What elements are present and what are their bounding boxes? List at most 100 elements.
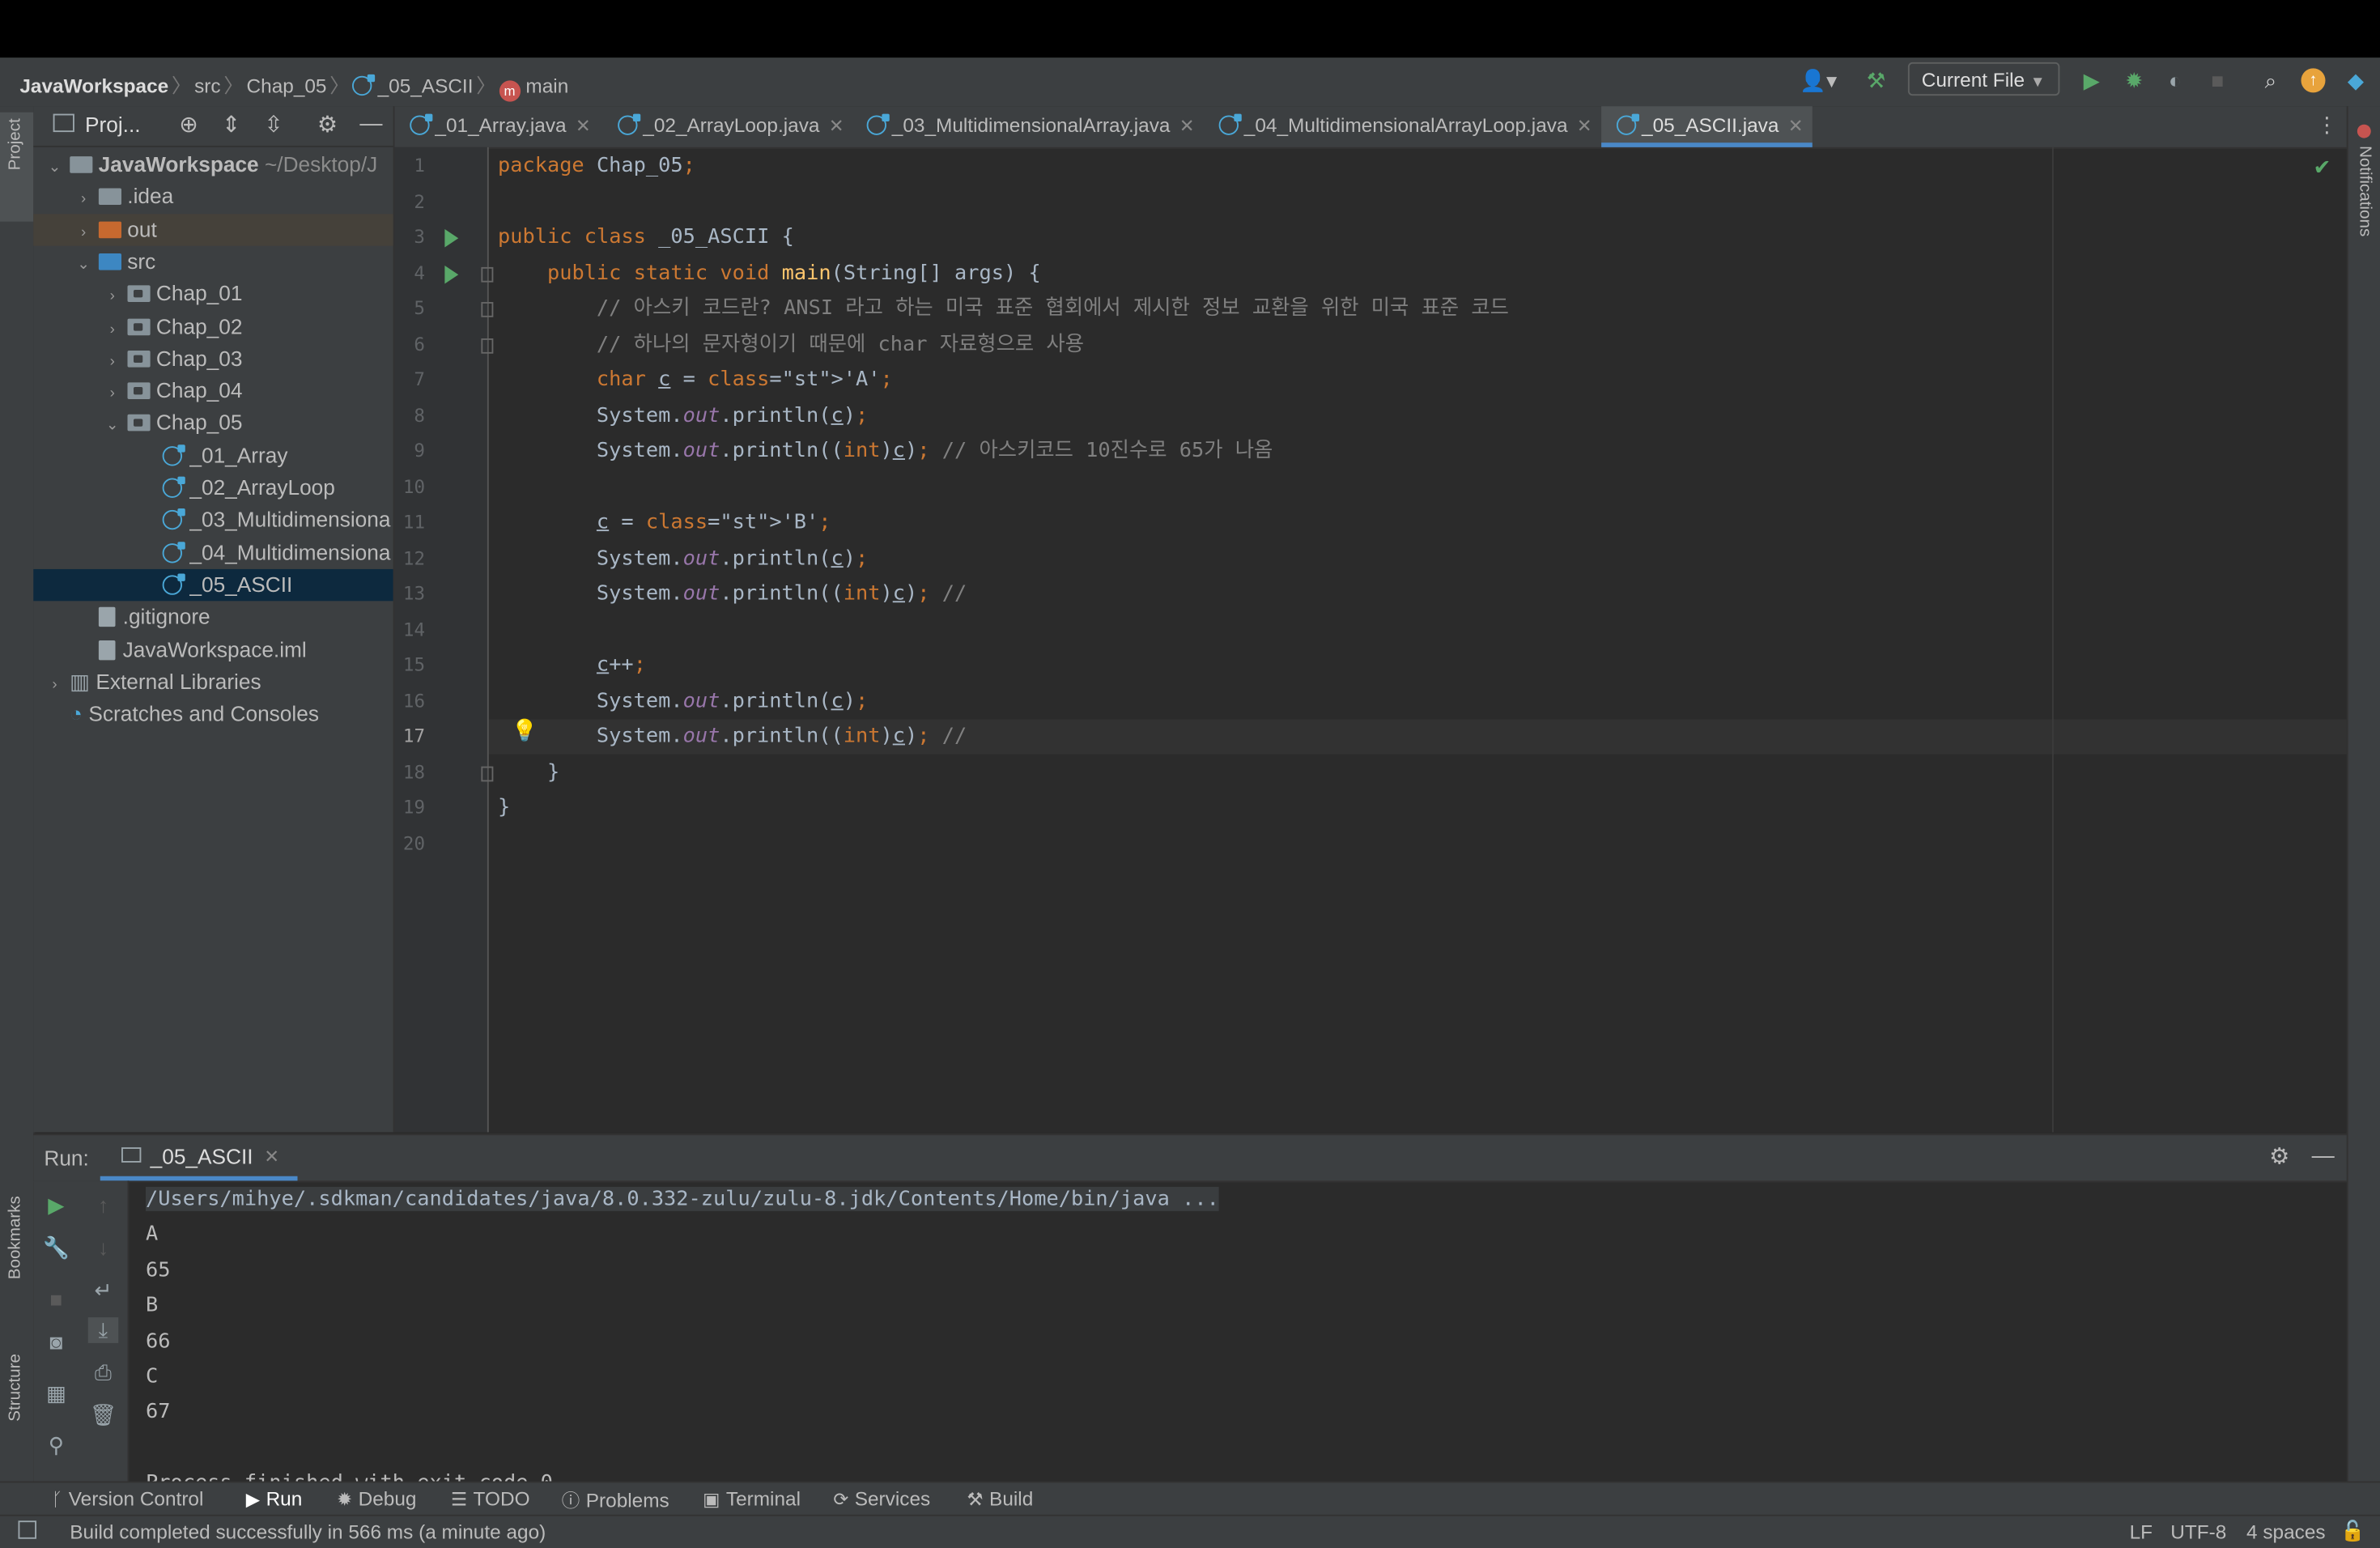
- coverage-icon[interactable]: ◐: [2163, 68, 2187, 92]
- close-icon[interactable]: ✕: [1179, 115, 1195, 136]
- tool-window-services[interactable]: ⟳ Services: [833, 1487, 930, 1510]
- tree-item[interactable]: ⌄ JavaWorkspace ~/Desktop/J: [33, 149, 393, 181]
- structure-tool-label[interactable]: Structure: [6, 1354, 25, 1422]
- print-icon[interactable]: ⎙: [88, 1360, 119, 1386]
- tree-item[interactable]: _03_Multidimensiona: [33, 504, 393, 536]
- tool-window-debug[interactable]: ✹ Debug: [337, 1487, 416, 1510]
- wrench-icon[interactable]: 🔧: [41, 1235, 72, 1261]
- tree-item[interactable]: ⌄ src: [33, 245, 393, 277]
- breadcrumb-method[interactable]: main: [525, 74, 568, 97]
- tree-item[interactable]: ⌄ Chap_05: [33, 407, 393, 439]
- lock-icon[interactable]: 🔓: [2340, 1519, 2365, 1543]
- layout-toggle-icon[interactable]: [18, 1520, 36, 1539]
- run-tab[interactable]: _05_ASCII ✕: [100, 1135, 298, 1181]
- tree-item[interactable]: › Chap_04: [33, 375, 393, 406]
- notifications-tool-label[interactable]: Notifications: [2356, 146, 2374, 236]
- tab-05-ascii[interactable]: _05_ASCII.java ✕: [1601, 106, 1813, 147]
- tree-item[interactable]: JavaWorkspace.iml: [33, 634, 393, 666]
- gear-icon[interactable]: ⚙: [2269, 1142, 2289, 1170]
- user-icon[interactable]: 👤▾: [1797, 68, 1840, 92]
- code-line[interactable]: char c = class="st">'A';: [498, 363, 893, 398]
- notification-bell-icon[interactable]: [2357, 124, 2371, 138]
- chevron-down-icon[interactable]: ⌄: [104, 410, 122, 440]
- code-line[interactable]: }: [498, 755, 559, 790]
- code-line[interactable]: System.out.println(c);: [498, 541, 868, 576]
- hammer-icon[interactable]: ⚒: [1864, 68, 1889, 92]
- code-line[interactable]: package Chap_05;: [498, 149, 695, 184]
- trash-icon[interactable]: 🗑: [88, 1402, 119, 1428]
- tab-01-array[interactable]: _01_Array.java ✕: [395, 106, 598, 147]
- tab-04-multidimensionalarrayloop[interactable]: _04_MultidimensionalArrayLoop.java ✕: [1204, 106, 1601, 147]
- close-icon[interactable]: ✕: [576, 115, 591, 136]
- search-icon[interactable]: ⌕: [2259, 68, 2283, 92]
- tool-window-version-control[interactable]: ᚴ Version Control: [52, 1487, 204, 1510]
- fold-marker-icon[interactable]: [481, 266, 494, 282]
- close-icon[interactable]: ✕: [264, 1146, 279, 1167]
- indent-setting[interactable]: 4 spaces: [2246, 1520, 2326, 1543]
- down-arrow-icon[interactable]: ↓: [88, 1235, 119, 1260]
- chevron-down-icon[interactable]: ⌄: [74, 249, 93, 278]
- tree-item[interactable]: › out: [33, 213, 393, 245]
- chevron-right-icon[interactable]: ›: [104, 346, 122, 375]
- minimize-icon[interactable]: —: [359, 111, 382, 137]
- tab-03-multidimensionalarray[interactable]: _03_MultidimensionalArray.java ✕: [852, 106, 1207, 147]
- code-line[interactable]: System.out.println((int)c); // 아스키코드 10진…: [498, 434, 1273, 469]
- tree-item[interactable]: _02_ArrayLoop: [33, 472, 393, 504]
- code-line[interactable]: System.out.println(c);: [498, 398, 868, 433]
- debug-icon[interactable]: ✹: [2122, 68, 2146, 92]
- jetbrains-icon[interactable]: ◆: [2344, 68, 2368, 92]
- chevron-right-icon[interactable]: ›: [45, 669, 64, 698]
- tree-item[interactable]: › Chap_02: [33, 310, 393, 342]
- tool-window-run[interactable]: ▶ Run: [246, 1487, 303, 1510]
- chevron-right-icon[interactable]: ›: [74, 216, 93, 245]
- tool-window-terminal[interactable]: ▣ Terminal: [703, 1487, 801, 1510]
- code-line[interactable]: c++;: [498, 648, 646, 683]
- more-tabs-icon[interactable]: ⋮: [2316, 113, 2337, 138]
- gear-icon[interactable]: ⚙: [317, 111, 338, 138]
- fold-marker-icon[interactable]: [481, 302, 494, 317]
- run-gutter-icon[interactable]: [444, 265, 459, 283]
- tree-item[interactable]: _05_ASCII: [33, 568, 393, 602]
- code-line[interactable]: public class _05_ASCII {: [498, 220, 794, 255]
- code-line[interactable]: }: [498, 791, 510, 826]
- chevron-right-icon[interactable]: ›: [104, 281, 122, 310]
- pin-icon[interactable]: ⚲: [41, 1433, 72, 1459]
- fold-marker-icon[interactable]: [481, 338, 494, 353]
- tree-item[interactable]: _04_Multidimensiona: [33, 537, 393, 568]
- code-line[interactable]: System.out.println((int)c); //: [498, 576, 967, 611]
- breadcrumb-package[interactable]: Chap_05: [247, 74, 327, 97]
- code-line[interactable]: public static void main(String[] args) {: [498, 256, 1041, 291]
- stop-icon[interactable]: ■: [41, 1287, 72, 1312]
- project-panel-title[interactable]: Proj...: [85, 113, 141, 137]
- camera-icon[interactable]: ◙: [41, 1329, 72, 1354]
- chevron-right-icon[interactable]: ›: [104, 378, 122, 407]
- expand-all-icon[interactable]: ⇕: [222, 111, 241, 138]
- collapse-all-icon[interactable]: ⇳: [264, 111, 283, 138]
- close-icon[interactable]: ✕: [829, 115, 844, 136]
- status-message[interactable]: Build completed successfully in 566 ms (…: [70, 1520, 546, 1543]
- fold-marker-icon[interactable]: [481, 765, 494, 781]
- chevron-right-icon[interactable]: ›: [104, 313, 122, 342]
- chevron-down-icon[interactable]: ⌄: [45, 151, 64, 181]
- code-line[interactable]: // 아스키 코드란? ANSI 라고 하는 미국 표준 협회에서 제시한 정보…: [498, 291, 1509, 326]
- code-line[interactable]: System.out.println((int)c); //: [498, 720, 967, 755]
- tree-item[interactable]: › ▥ External Libraries: [33, 666, 393, 698]
- run-icon[interactable]: ▶: [2080, 68, 2104, 92]
- tree-item[interactable]: .gitignore: [33, 602, 393, 633]
- close-icon[interactable]: ✕: [1577, 115, 1592, 136]
- code-line[interactable]: System.out.println(c);: [498, 683, 868, 718]
- code-line[interactable]: c = class="st">'B';: [498, 505, 831, 540]
- chevron-right-icon[interactable]: ›: [74, 184, 93, 213]
- scroll-to-end-icon[interactable]: ⤓: [87, 1317, 119, 1343]
- tool-window-problems[interactable]: ⓘ Problems: [562, 1487, 669, 1513]
- run-configuration-select[interactable]: Current File ▼: [1907, 62, 2060, 96]
- tool-window-build[interactable]: ⚒ Build: [967, 1487, 1033, 1510]
- soft-wrap-icon[interactable]: ↵: [88, 1278, 119, 1303]
- code-line[interactable]: // 하나의 문자형이기 때문에 char 자료형으로 사용: [498, 327, 1084, 362]
- layout-icon[interactable]: ▦: [41, 1381, 72, 1407]
- breadcrumb-project[interactable]: JavaWorkspace: [19, 74, 168, 97]
- run-gutter-icon[interactable]: [444, 229, 459, 248]
- stop-icon[interactable]: ■: [2205, 68, 2229, 92]
- minimize-icon[interactable]: —: [2312, 1142, 2335, 1168]
- tree-item[interactable]: › Chap_03: [33, 342, 393, 374]
